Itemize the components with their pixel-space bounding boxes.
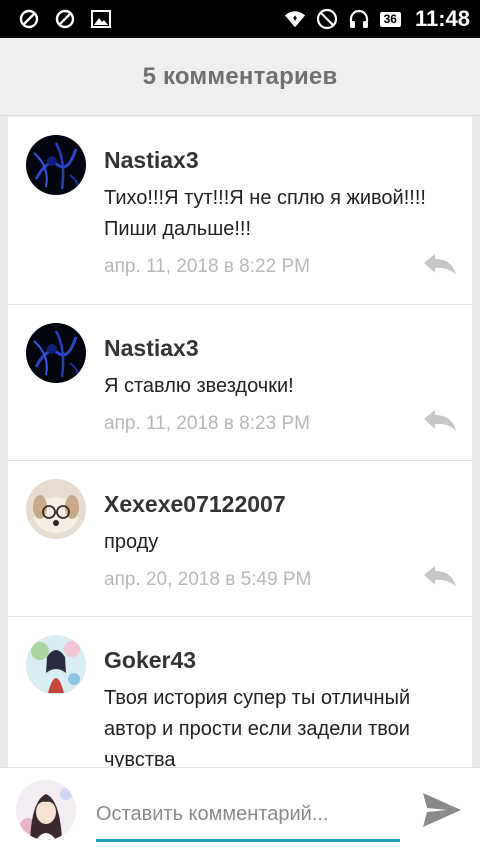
wifi-icon [284,8,306,30]
reply-icon[interactable] [422,409,458,433]
image-icon [90,8,112,30]
headset-icon [348,8,370,30]
comment-item: Nastiax3 Тихо!!!Я тут!!!Я не сплю я живо… [8,117,472,305]
avatar[interactable] [26,135,86,195]
comment-list[interactable]: Nastiax3 Тихо!!!Я тут!!!Я не сплю я живо… [8,117,472,767]
comment-item: Nastiax3 Я ставлю звездочки! апр. 11, 20… [8,305,472,461]
comment-text: Тихо!!!Я тут!!!Я не сплю я живой!!!! Пиш… [104,187,426,240]
reply-icon[interactable] [422,253,458,277]
battery-icon: 36 [379,11,401,27]
reply-icon[interactable] [422,565,458,589]
comment-author[interactable]: Xexexe07122007 [104,461,452,518]
comment-date: апр. 11, 2018 в 8:22 PM [104,256,310,277]
comment-date: апр. 20, 2018 в 5:49 PM [104,569,312,590]
page-title: 5 комментариев [142,62,338,90]
comment-text: Я ставлю звездочки! [104,375,294,397]
comment-author[interactable]: Nastiax3 [104,117,452,174]
comment-compose-bar [0,767,480,854]
status-bar: 36 11:48 [0,0,480,38]
comment-item: Xexexe07122007 проду апр. 20, 2018 в 5:4… [8,461,472,617]
comment-text: Твоя история супер ты отличный автор и п… [104,687,411,767]
send-icon [423,793,461,827]
avatar[interactable] [26,479,86,539]
blocked-icon [54,8,76,30]
comment-text: проду [104,531,159,553]
comment-item: Goker43 Твоя история супер ты отличный а… [8,617,472,767]
clock: 11:48 [414,6,470,31]
do-not-disturb-icon [316,8,338,30]
comment-input[interactable] [96,794,400,842]
comment-author[interactable]: Nastiax3 [104,305,452,362]
comment-author[interactable]: Goker43 [104,617,452,674]
header: 5 комментариев [0,38,480,116]
avatar[interactable] [26,635,86,695]
current-user-avatar [16,780,76,840]
comment-date: апр. 11, 2018 в 8:23 PM [104,413,310,434]
avatar[interactable] [26,323,86,383]
blocked-icon [18,8,40,30]
send-button[interactable] [418,788,466,832]
